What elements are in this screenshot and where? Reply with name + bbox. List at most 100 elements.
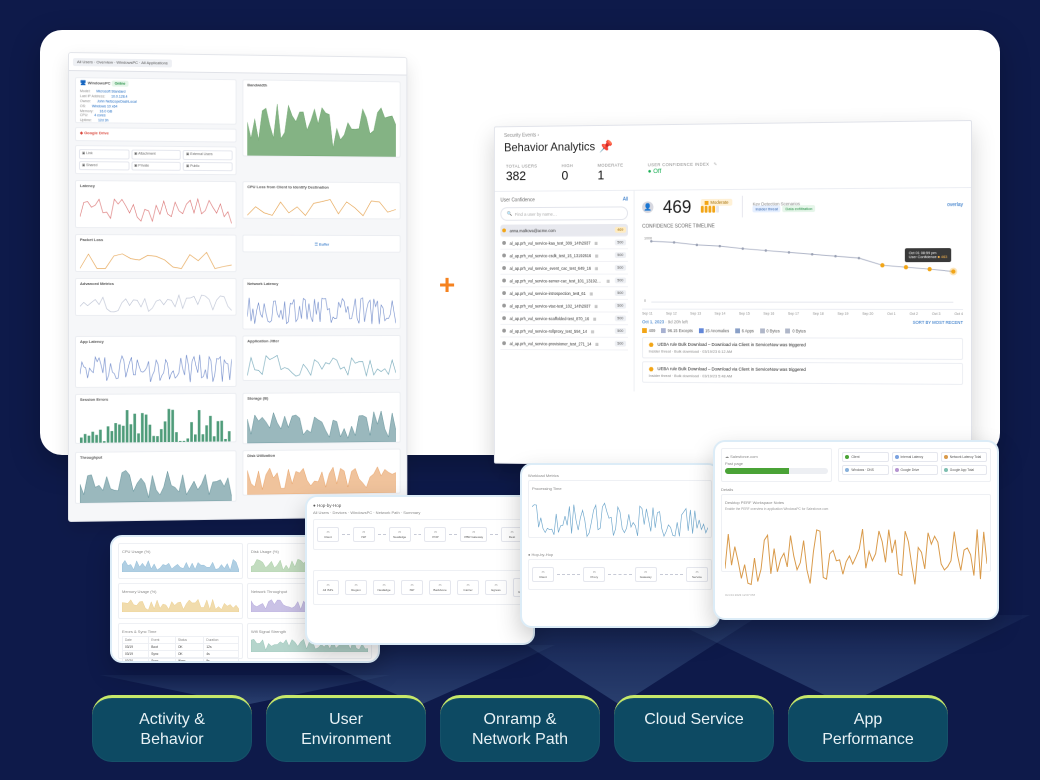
risk-dot-icon <box>502 241 506 245</box>
legend-chip[interactable]: Client <box>842 452 888 462</box>
device-metrics-panel: All Users · Overview · WindowsPC · All A… <box>68 52 407 522</box>
svg-text:1000: 1000 <box>644 236 652 240</box>
risk-dot-icon <box>502 254 506 258</box>
hop-node[interactable]: ▭Client <box>532 567 554 582</box>
chip[interactable]: ▣ Private <box>131 161 181 171</box>
spotlight-beam <box>660 615 1030 705</box>
app-performance-card: ☁ Salesforce.com Past page ClientInterna… <box>713 440 999 620</box>
hop-node[interactable]: ▭Proxy <box>583 567 605 582</box>
user-row[interactable]: al_ap.prh_vul_service-csdk_test_15_13192… <box>500 249 628 262</box>
risk-dot-icon <box>502 291 506 295</box>
risk-score: 469 <box>663 197 691 218</box>
user-row[interactable]: al_ap.prh_vul_service-vtac-test_102_14th… <box>500 300 628 313</box>
hop-node[interactable]: ▭NewEdge <box>389 527 411 542</box>
stat: TOTAL USERS382 <box>506 164 537 184</box>
alert-icon: ⬣ <box>649 342 654 349</box>
stat: HIGH0 <box>562 163 574 182</box>
alert-icon: ⬣ <box>649 367 654 374</box>
user-row[interactable]: anna.malkova@acme.com 469 <box>500 224 628 237</box>
risk-bars-icon <box>701 206 732 215</box>
user-row[interactable]: al_ap.prh_vul_service-introspection_test… <box>500 287 628 300</box>
event-card[interactable]: ⬣UEBA rule Bulk Download – Download via … <box>642 337 963 360</box>
x-axis-ticks: Sep 11Sep 12Sep 13Sep 14Sep 15Sep 16Sep … <box>642 312 963 316</box>
breadcrumb[interactable]: All Users · Overview · WindowsPC · All A… <box>73 58 172 67</box>
filter-dropdown[interactable]: All <box>623 197 628 203</box>
sort-dropdown[interactable]: SORT BY MOST RECENT <box>913 320 963 325</box>
category-pill[interactable]: UserEnvironment <box>266 695 426 762</box>
user-row[interactable]: al_ap.prh_vul_service-scaffolded-test_87… <box>500 312 628 325</box>
user-row[interactable]: al_ap.prh_vul_service_event_cac_test_649… <box>500 262 628 275</box>
cloud-service-card: Workload Metrics Processing Time ● Hop-b… <box>520 463 720 628</box>
category-pill[interactable]: Cloud Service <box>614 695 774 762</box>
user-row[interactable]: al_ap.prh_vul_service-rollproxy_test_594… <box>500 325 628 338</box>
page-title: Behavior Analytics <box>504 140 595 155</box>
hop-node[interactable]: ▭Backbone <box>429 580 451 595</box>
user-row[interactable]: al_ap.prh_vul_service-kaa_test_309_14th2… <box>500 237 628 250</box>
hop-node[interactable]: ▭ISP <box>353 527 375 542</box>
category-row: Activity &BehaviorUserEnvironmentOnramp … <box>0 695 1040 762</box>
search-icon: 🔍 <box>507 211 512 217</box>
risk-dot-icon <box>502 228 506 232</box>
hop-node[interactable]: ▭Carrier <box>457 580 479 595</box>
pin-icon[interactable]: 📌 <box>599 139 613 153</box>
avatar: 👤 <box>642 201 653 213</box>
event-card[interactable]: ⬣UEBA rule Bulk Download – Download via … <box>642 362 963 386</box>
hop-node[interactable]: ▭Service <box>686 567 708 582</box>
legend-chip[interactable]: Google Drive <box>892 465 938 475</box>
hop-node[interactable]: ▭Region <box>345 580 367 595</box>
hop-node[interactable]: ▭POP <box>424 527 446 542</box>
hop-node[interactable]: ▭PBR Gateway <box>460 527 487 542</box>
plus-icon: + <box>432 270 462 300</box>
device-meta: Model: Microsoft StandardLast IP Address… <box>80 89 232 125</box>
user-row[interactable]: al_ap.prh_vul_service-server-cac_test_10… <box>500 275 628 288</box>
chip[interactable]: ▣ Public <box>183 161 233 171</box>
category-pill[interactable]: Activity &Behavior <box>92 695 252 762</box>
date-picker[interactable]: Oct 1, 2023 <box>642 319 664 324</box>
overlay-link[interactable]: overlay <box>947 202 963 208</box>
network-path-card: ● Hop-by-Hop All Users · Devices · Windo… <box>305 495 535 645</box>
legend-chip[interactable]: Internal Latency <box>892 452 938 462</box>
drive-label: Google Drive <box>84 130 109 135</box>
behavior-analytics-panel: Security Events › Behavior Analytics📌 TO… <box>494 120 972 470</box>
hop-node[interactable]: ▭ISP <box>401 580 423 595</box>
buffer-button[interactable]: ☰ Buffer <box>247 239 396 251</box>
user-list-pane: User ConfidenceAll 🔍Find a user by name…… <box>495 191 635 392</box>
svg-text:0: 0 <box>644 299 646 303</box>
scenario-pill[interactable]: Data exfiltration <box>783 205 816 212</box>
chart-title: CONFIDENCE SCORE TIMELINE <box>642 222 963 230</box>
user-score-badge: 469 <box>615 227 627 233</box>
stats-row: TOTAL USERS382 HIGH0 MODERATE1 USER CONFIDE… <box>495 155 971 192</box>
confidence-timeline-chart: 1000 0 Oct 01 08:59 pm User Confidence ■… <box>642 230 963 310</box>
summary-tags: 40996.15 Excepts15 Anomalies6 Apps0 Byte… <box>642 328 963 334</box>
user-detail-pane: 👤 469 Moderate Key Detection Scenarios I… <box>635 188 971 394</box>
chart-tooltip: Oct 01 08:59 pm User Confidence ■ 463 <box>905 248 951 262</box>
legend-chip[interactable]: Network Latency Total <box>941 452 987 462</box>
hop-node[interactable]: ▭Client <box>317 527 339 542</box>
status-badge: Online <box>112 81 129 87</box>
risk-dot-icon <box>502 266 506 270</box>
chip[interactable]: ▣ Link <box>79 149 129 159</box>
risk-dot-icon <box>502 304 506 308</box>
legend-chip[interactable]: Google App Total <box>941 465 987 475</box>
user-row[interactable]: al_ap.prh_vul_service-provisioner_test_2… <box>500 337 628 350</box>
search-input[interactable]: 🔍Find a user by name… <box>500 206 628 220</box>
category-pill[interactable]: AppPerformance <box>788 695 948 762</box>
stat: MODERATE1 <box>597 163 623 183</box>
hop-node[interactable]: ▭All ISPs <box>317 580 339 595</box>
chip[interactable]: ▣ Attachment <box>131 150 181 160</box>
chip[interactable]: ▣ Shared <box>79 161 129 171</box>
risk-dot-icon <box>502 316 506 320</box>
legend-chip[interactable]: Windows · DNS <box>842 465 888 475</box>
hop-node[interactable]: ▭Egress <box>485 580 507 595</box>
hop-node[interactable]: ▭Gateway <box>635 567 657 582</box>
risk-dot-icon <box>502 329 506 333</box>
edit-icon[interactable]: ✎ <box>712 162 717 167</box>
risk-dot-icon <box>502 341 506 345</box>
chip[interactable]: ▣ External Users <box>183 150 233 160</box>
risk-dot-icon <box>502 279 506 283</box>
stat: USER CONFIDENCE INDEX ✎● Off <box>648 162 718 182</box>
category-pill[interactable]: Onramp &Network Path <box>440 695 600 762</box>
hop-node[interactable]: ▭NewEdge <box>373 580 395 595</box>
side-chips: ▣ Link▣ Attachment▣ External Users ▣ Shar… <box>75 145 237 175</box>
scenario-pill[interactable]: Insider threat <box>752 205 780 212</box>
